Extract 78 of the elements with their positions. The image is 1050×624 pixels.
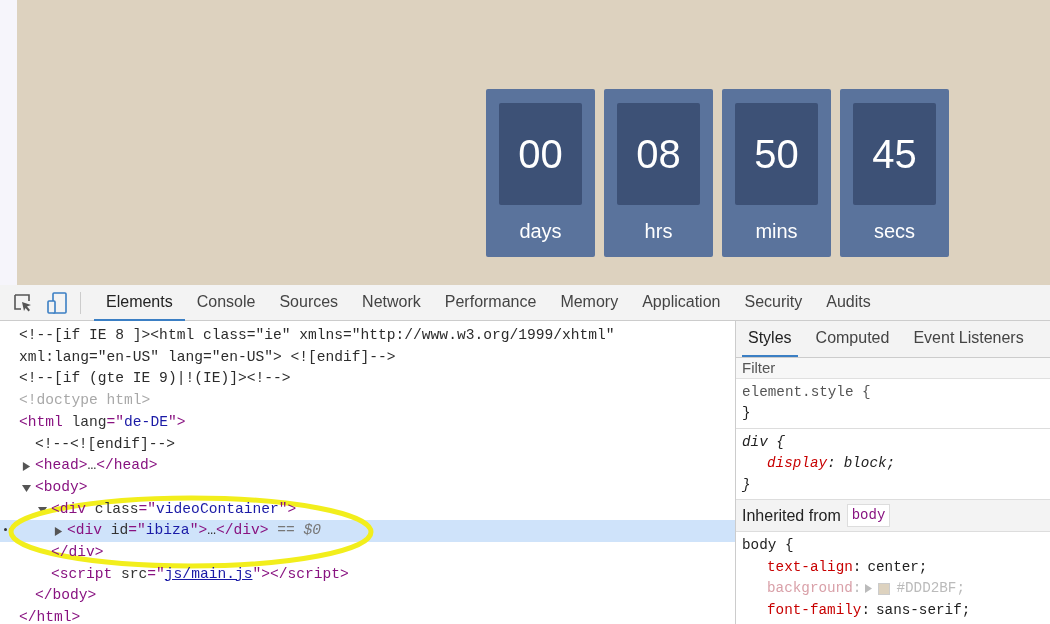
- css-selector: body {: [742, 536, 795, 555]
- css-colon: :: [827, 454, 836, 473]
- code-text: =": [147, 565, 165, 582]
- panel-tab[interactable]: Memory: [548, 284, 631, 321]
- code-text: src: [120, 565, 148, 582]
- pane-tab[interactable]: Event Listeners: [907, 321, 1030, 357]
- code-text: </head>: [96, 457, 158, 474]
- inspect-icon[interactable]: [13, 292, 33, 313]
- source-link[interactable]: js/main.js: [164, 565, 253, 582]
- pane-tab[interactable]: Computed: [809, 321, 896, 357]
- css-brace: }: [742, 475, 752, 495]
- css-property: font-family: [767, 600, 862, 620]
- code-text: class: [93, 500, 139, 517]
- panel-tab[interactable]: Network: [350, 284, 433, 321]
- code-text: <div: [67, 522, 103, 539]
- panel-tab[interactable]: Security: [732, 284, 815, 321]
- code-text: =": [138, 500, 157, 517]
- countdown-label: hrs: [644, 219, 673, 244]
- countdown-number: 50: [735, 103, 818, 205]
- countdown-label: mins: [755, 219, 798, 244]
- css-property: display: [767, 454, 828, 473]
- code-text: <html: [19, 413, 63, 430]
- code-text: ">: [189, 522, 208, 539]
- code-text: =": [106, 413, 125, 430]
- code-text: </div>: [215, 522, 269, 539]
- code-text: id: [109, 522, 129, 539]
- panel-tab[interactable]: Audits: [814, 284, 883, 321]
- device-icon[interactable]: [47, 291, 67, 314]
- css-property: text-align: [767, 557, 853, 577]
- code-text: <!--<![endif]-->: [35, 435, 176, 452]
- countdown-number: 08: [617, 103, 700, 205]
- code-text: <script: [51, 565, 113, 582]
- css-property: background: [767, 579, 853, 598]
- panel-tab[interactable]: Application: [630, 284, 733, 321]
- panel-tab[interactable]: Elements: [94, 284, 185, 321]
- countdown-number: 00: [499, 103, 582, 205]
- css-value: sans-serif;: [875, 600, 971, 620]
- countdown-label: days: [519, 219, 562, 244]
- css-selector: element.style {: [742, 382, 872, 402]
- collapsed-triangle-icon[interactable]: [54, 527, 63, 537]
- panel-tab[interactable]: Sources: [267, 284, 351, 321]
- code-text: "></script>: [252, 565, 349, 582]
- css-brace: }: [742, 404, 752, 423]
- code-text: videoContainer: [156, 500, 279, 517]
- code-text: …: [207, 522, 216, 539]
- css-value: center;: [867, 557, 928, 577]
- code-text: ibiza: [145, 522, 190, 539]
- code-text: …: [87, 457, 97, 474]
- filter-field[interactable]: Filter: [736, 358, 1050, 379]
- css-colon: :: [852, 579, 862, 598]
- css-colon: :: [861, 600, 870, 620]
- code-text: de-DE: [124, 413, 168, 430]
- code-text: ">: [278, 500, 297, 517]
- code-text: <!--[if IE 8 ]><html class="ie" xmlns="http://www.w3.org/1999/xhtml" xml:lang="en-US" lang="en-US"> <![endif]-->: [19, 327, 615, 365]
- code-text: <!doctype html>: [19, 392, 151, 409]
- inherited-label: Inherited from: [742, 505, 841, 526]
- code-text: <!--[if (gte IE 9)|!(IE)]><!-->: [19, 370, 291, 387]
- code-text: <body>: [35, 478, 88, 495]
- inherited-element[interactable]: body: [846, 504, 891, 527]
- collapsed-triangle-icon[interactable]: [22, 462, 31, 472]
- code-text: <head>: [35, 457, 88, 474]
- code-text: </div>: [51, 544, 104, 561]
- code-text: ">: [167, 413, 186, 430]
- css-value: block;: [843, 454, 896, 473]
- code-text: =": [128, 522, 146, 539]
- countdown-label: secs: [873, 219, 916, 244]
- color-swatch[interactable]: [878, 582, 891, 595]
- code-text: lang: [70, 413, 107, 430]
- expanded-triangle-icon[interactable]: [22, 483, 31, 493]
- countdown-number: 45: [853, 103, 936, 205]
- code-text: == $0: [276, 522, 321, 539]
- css-value: #DDD2BF;: [896, 579, 966, 598]
- code-text: </body>: [35, 587, 97, 604]
- panel-tab[interactable]: Performance: [432, 284, 549, 321]
- panel-tab[interactable]: Console: [184, 284, 268, 321]
- css-selector: div {: [742, 432, 786, 452]
- css-colon: :: [852, 557, 862, 577]
- code-text: </html>: [19, 609, 81, 624]
